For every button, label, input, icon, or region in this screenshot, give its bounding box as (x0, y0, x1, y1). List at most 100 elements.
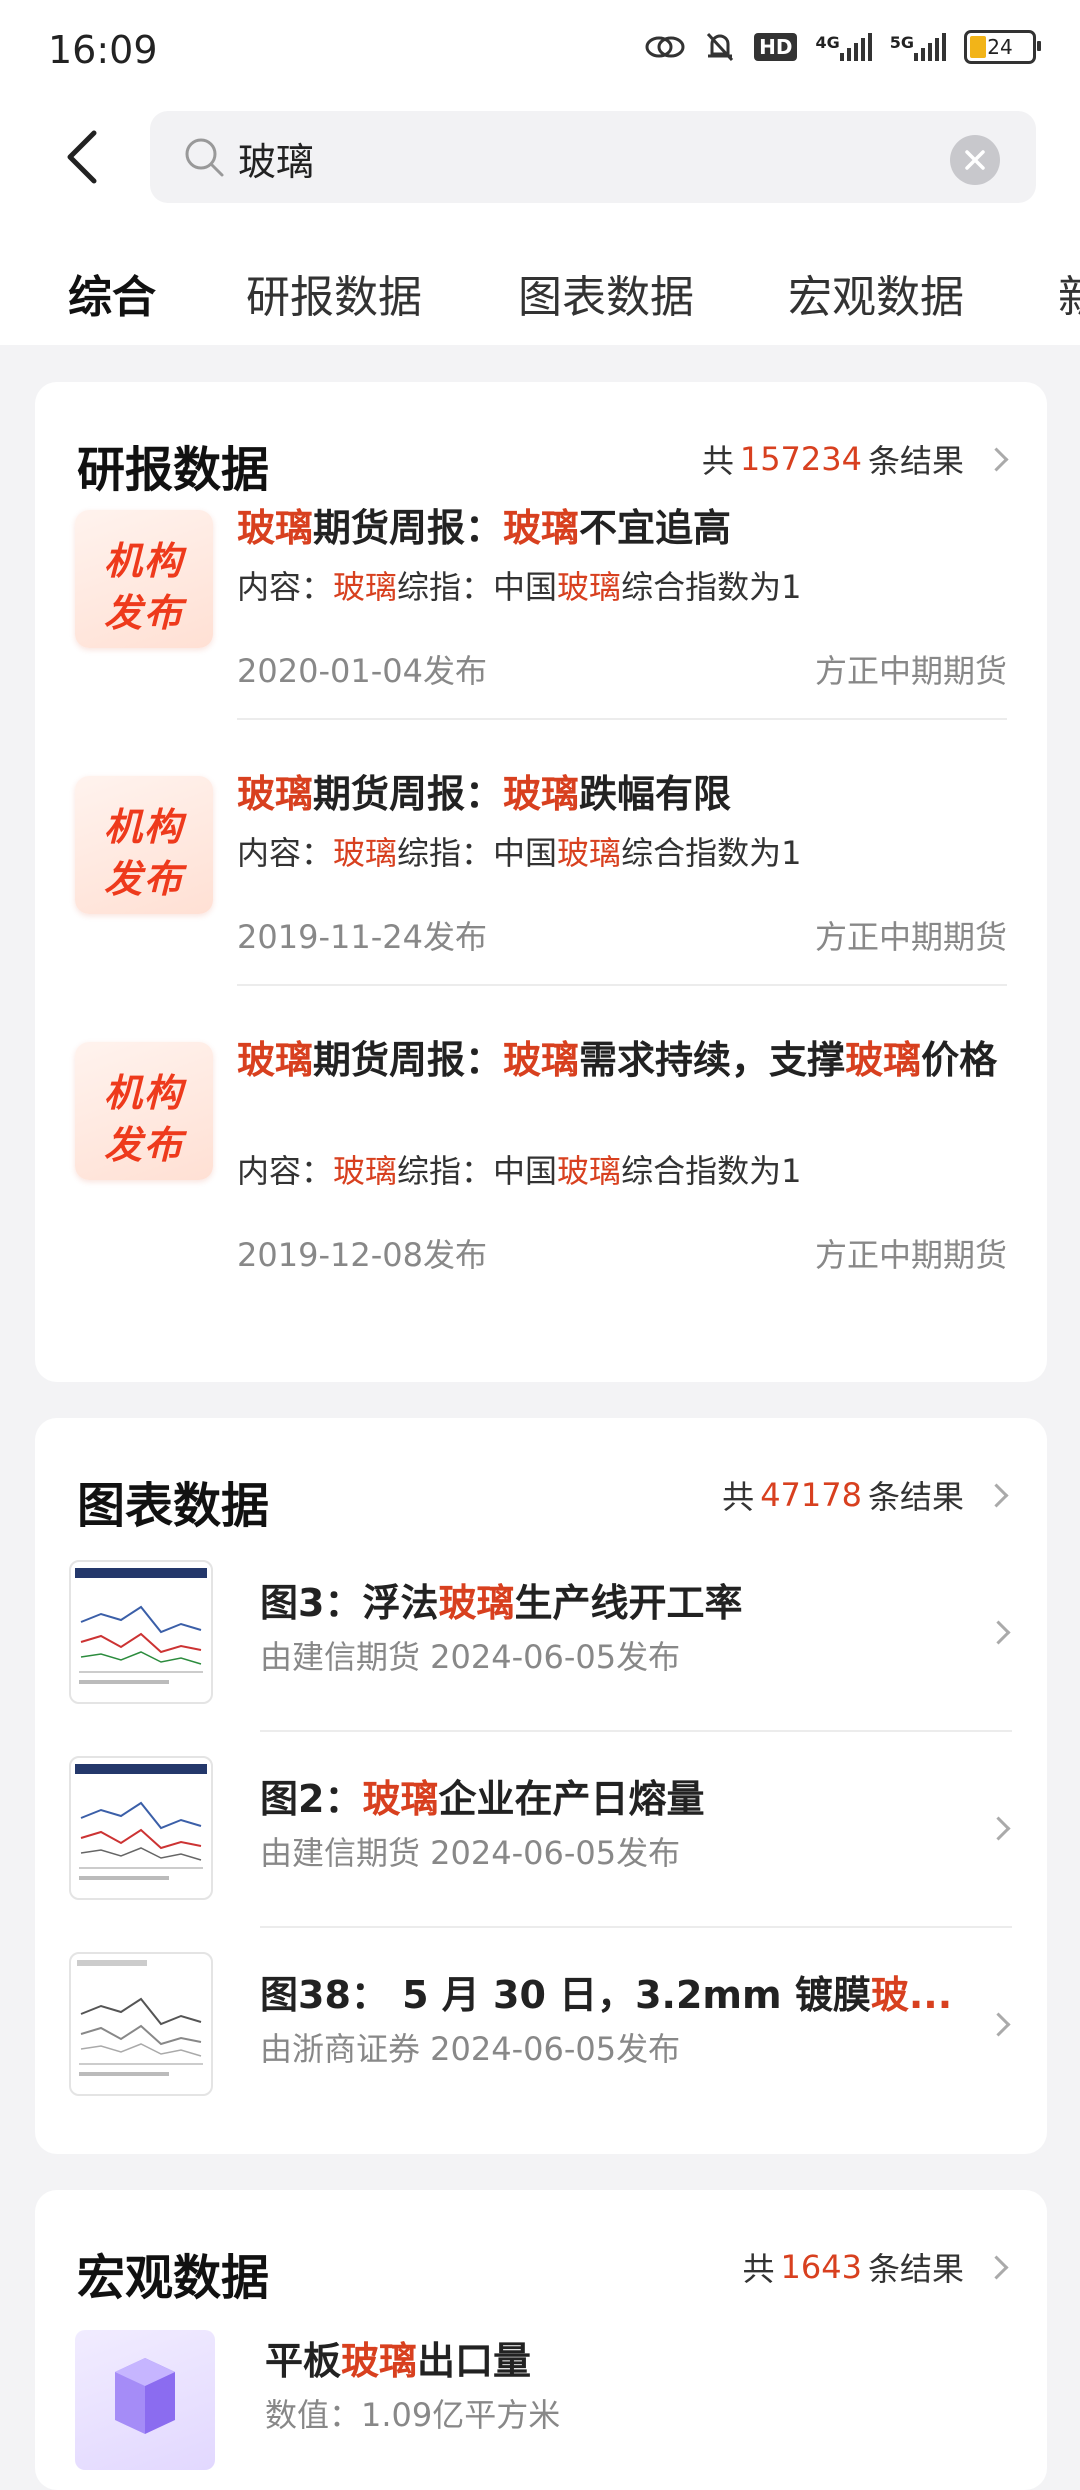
chart-title: 图38： 5 月 30 日，3.2mm 镀膜玻... (260, 1964, 960, 2019)
macro-count: 1643 (780, 2248, 862, 2286)
chart-section-title: 图表数据 (77, 1478, 270, 1534)
institution-badge: 机构 发布 (75, 776, 213, 914)
report-source: 方正中期期货 (814, 918, 1007, 956)
mute-bell-icon (704, 30, 736, 64)
search-input[interactable]: 玻璃 (150, 111, 1036, 203)
title-text: 综指：中国 (397, 834, 558, 872)
macro-data-card: 宏观数据 共 1643 条结果 平板玻璃出口量 数值：1.09亿平方米 (35, 2190, 1047, 2490)
chart-thumbnail (69, 1560, 213, 1704)
report-item[interactable]: 机构 发布 玻璃期货周报：玻璃需求持续，支撑玻璃价格 内容：玻璃综指：中国玻璃综合指数… (35, 1034, 1047, 1284)
title-text: 价格 (921, 1038, 998, 1082)
chevron-right-icon (986, 2012, 1011, 2037)
search-query: 玻璃 (238, 140, 315, 184)
chart-count-link[interactable]: 共 47178 条结果 (722, 1472, 1009, 1518)
divider (260, 1730, 1012, 1732)
hd-icon: HD (754, 33, 798, 61)
divider (237, 984, 1007, 986)
title-text: 跌幅有限 (579, 772, 732, 816)
title-text: 图3：浮法 (260, 1581, 439, 1625)
report-item[interactable]: 机构 发布 玻璃期货周报：玻璃跌幅有限 内容：玻璃综指：中国玻璃综合指数为1 2019-… (35, 768, 1047, 1018)
title-text: 不宜追高 (579, 506, 732, 550)
chart-source-date: 由浙商证券 2024-06-05发布 (260, 2030, 681, 2068)
title-text: 综合指数为1 (621, 1152, 802, 1190)
chevron-right-icon (984, 2254, 1009, 2280)
chart-thumbnail (69, 1952, 213, 2096)
title-text: 企业在产日熔量 (438, 1777, 705, 1821)
report-title[interactable]: 玻璃期货周报：玻璃需求持续，支撑玻璃价格 (237, 1034, 1007, 1086)
research-section-title: 研报数据 (77, 442, 270, 498)
chart-list-item[interactable]: 图3：浮法玻璃生产线开工率由建信期货 2024-06-05发布 (35, 1560, 1047, 1732)
title-text: 综合指数为1 (621, 834, 802, 872)
macro-item-value: 数值：1.09亿平方米 (265, 2396, 561, 2434)
title-text: 图2： (260, 1777, 363, 1821)
back-button[interactable] (62, 127, 102, 187)
keyword-highlight: 玻璃 (362, 1777, 439, 1821)
keyword-highlight: 玻璃 (237, 506, 314, 550)
chart-list-item[interactable]: 图2：玻璃企业在产日熔量由建信期货 2024-06-05发布 (35, 1756, 1047, 1928)
signal-5g-icon: 5G (890, 33, 946, 61)
report-date: 2019-12-08发布 (237, 1236, 487, 1274)
status-icons: HD 4G 5G 24 (644, 30, 1041, 64)
battery-icon: 24 (964, 30, 1041, 64)
badge-text: 机构 (103, 1071, 184, 1115)
chart-title: 图3：浮法玻璃生产线开工率 (260, 1572, 960, 1627)
keyword-highlight: 玻璃 (503, 772, 580, 816)
macro-item-title[interactable]: 平板玻璃出口量 (265, 2330, 965, 2385)
badge-text: 发布 (103, 857, 184, 901)
badge-text: 机构 (103, 805, 184, 849)
report-source: 方正中期期货 (814, 1236, 1007, 1274)
report-title[interactable]: 玻璃期货周报：玻璃不宜追高 (237, 502, 1007, 554)
chart-list-item[interactable]: 图38： 5 月 30 日，3.2mm 镀膜玻... 由浙商证券 2024-06-… (35, 1952, 1047, 2102)
badge-text: 发布 (103, 591, 184, 635)
report-content: 内容：玻璃综指：中国玻璃综合指数为1 (237, 1146, 801, 1192)
research-count-link[interactable]: 共 157234 条结果 (702, 436, 1009, 482)
content-label: 内容： (237, 1152, 334, 1190)
tab-comprehensive[interactable]: 综合 (68, 261, 156, 325)
report-item[interactable]: 机构 发布 玻璃期货周报：玻璃不宜追高 内容：玻璃综指：中国玻璃综合指数为1 2020-… (35, 502, 1047, 752)
divider (260, 1926, 1012, 1928)
title-text: 生产线开工率 (514, 1581, 743, 1625)
keyword-highlight: 玻璃 (557, 568, 622, 606)
keyword-highlight: 玻... (870, 1973, 953, 2017)
chart-source-date: 由建信期货 2024-06-05发布 (260, 1638, 681, 1676)
institution-badge: 机构 发布 (75, 510, 213, 648)
macro-count-link[interactable]: 共 1643 条结果 (743, 2244, 1009, 2290)
close-icon (965, 150, 985, 170)
link-icon (644, 32, 686, 62)
back-arrow-icon (67, 130, 97, 184)
title-text: 综指：中国 (397, 1152, 558, 1190)
macro-section-title: 宏观数据 (77, 2250, 270, 2306)
badge-text: 机构 (103, 539, 184, 583)
keyword-highlight: 玻璃 (557, 1152, 622, 1190)
signal-4g-icon: 4G (815, 33, 872, 61)
report-content: 内容：玻璃综指：中国玻璃综合指数为1 (237, 828, 801, 874)
report-content: 内容：玻璃综指：中国玻璃综合指数为1 (237, 562, 801, 608)
tab-macro-data[interactable]: 宏观数据 (788, 261, 964, 325)
tab-bar: 综合 研报数据 图表数据 宏观数据 新 (0, 241, 1080, 345)
chevron-right-icon (984, 446, 1009, 472)
status-time: 16:09 (48, 28, 158, 72)
status-bar: 16:09 HD 4G 5G 24 (0, 0, 1080, 105)
research-count: 157234 (739, 440, 862, 478)
title-text: 期货周报： (313, 1038, 504, 1082)
clear-search-button[interactable] (950, 135, 1000, 185)
title-text: 综指：中国 (397, 568, 558, 606)
search-icon (185, 138, 224, 177)
keyword-highlight: 玻璃 (503, 506, 580, 550)
content-label: 内容： (237, 834, 334, 872)
report-title[interactable]: 玻璃期货周报：玻璃跌幅有限 (237, 768, 1007, 820)
title-text: 综合指数为1 (621, 568, 802, 606)
tab-news[interactable]: 新 (1058, 261, 1080, 325)
chart-source-date: 由建信期货 2024-06-05发布 (260, 1834, 681, 1872)
tab-chart-data[interactable]: 图表数据 (518, 261, 694, 325)
report-source: 方正中期期货 (814, 652, 1007, 690)
title-text: 出口量 (417, 2339, 532, 2383)
chart-preview (75, 1764, 207, 1880)
tab-research-data[interactable]: 研报数据 (246, 261, 422, 325)
keyword-highlight: 玻璃 (237, 1038, 314, 1082)
chevron-right-icon (984, 1482, 1009, 1508)
chevron-right-icon (986, 1620, 1011, 1645)
title-text: 期货周报： (313, 506, 504, 550)
keyword-highlight: 玻璃 (503, 1038, 580, 1082)
title-text: 图38： 5 月 30 日，3.2mm 镀膜 (260, 1973, 871, 2017)
